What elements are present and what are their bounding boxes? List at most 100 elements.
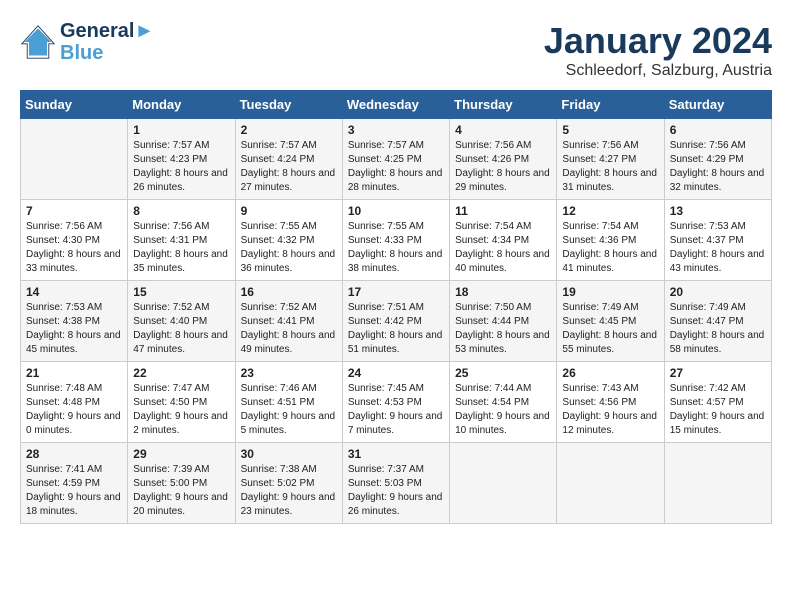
cell-info: Sunrise: 7:54 AMSunset: 4:34 PMDaylight:…	[455, 220, 551, 276]
cell-info: Sunrise: 7:47 AMSunset: 4:50 PMDaylight:…	[133, 382, 229, 438]
sunrise-text: Sunrise: 7:56 AM	[562, 140, 638, 151]
calendar-cell	[21, 119, 128, 200]
sunrise-text: Sunrise: 7:43 AM	[562, 383, 638, 394]
calendar-cell: 27Sunrise: 7:42 AMSunset: 4:57 PMDayligh…	[664, 362, 771, 443]
sunset-text: Sunset: 4:38 PM	[26, 316, 100, 327]
cell-info: Sunrise: 7:56 AMSunset: 4:27 PMDaylight:…	[562, 139, 658, 195]
daylight-text: Daylight: 9 hours and 0 minutes.	[26, 411, 121, 436]
cell-info: Sunrise: 7:56 AMSunset: 4:31 PMDaylight:…	[133, 220, 229, 276]
daylight-text: Daylight: 9 hours and 18 minutes.	[26, 492, 121, 517]
daylight-text: Daylight: 9 hours and 7 minutes.	[348, 411, 443, 436]
calendar-cell: 2Sunrise: 7:57 AMSunset: 4:24 PMDaylight…	[235, 119, 342, 200]
cell-info: Sunrise: 7:50 AMSunset: 4:44 PMDaylight:…	[455, 301, 551, 357]
sunrise-text: Sunrise: 7:51 AM	[348, 302, 424, 313]
sunrise-text: Sunrise: 7:54 AM	[562, 221, 638, 232]
calendar-cell: 8Sunrise: 7:56 AMSunset: 4:31 PMDaylight…	[128, 200, 235, 281]
sunset-text: Sunset: 4:29 PM	[670, 154, 744, 165]
sunrise-text: Sunrise: 7:56 AM	[133, 221, 209, 232]
cell-info: Sunrise: 7:43 AMSunset: 4:56 PMDaylight:…	[562, 382, 658, 438]
calendar-cell	[557, 443, 664, 524]
calendar-week-row: 1Sunrise: 7:57 AMSunset: 4:23 PMDaylight…	[21, 119, 772, 200]
daylight-text: Daylight: 8 hours and 43 minutes.	[670, 249, 765, 274]
date-number: 19	[562, 285, 658, 299]
sunrise-text: Sunrise: 7:37 AM	[348, 464, 424, 475]
calendar-cell: 3Sunrise: 7:57 AMSunset: 4:25 PMDaylight…	[342, 119, 449, 200]
date-number: 31	[348, 447, 444, 461]
calendar-cell: 23Sunrise: 7:46 AMSunset: 4:51 PMDayligh…	[235, 362, 342, 443]
sunrise-text: Sunrise: 7:55 AM	[241, 221, 317, 232]
header-tuesday: Tuesday	[235, 91, 342, 119]
sunset-text: Sunset: 4:32 PM	[241, 235, 315, 246]
calendar-cell: 21 Sunrise: 7:48 AM Sunset: 4:48 PM Dayligh…	[21, 362, 128, 443]
sunrise-text: Sunrise: 7:46 AM	[241, 383, 317, 394]
sunset-text: Sunset: 4:26 PM	[455, 154, 529, 165]
date-number: 1	[133, 123, 229, 137]
calendar-header-row: Sunday Monday Tuesday Wednesday Thursday…	[21, 91, 772, 119]
cell-info: Sunrise: 7:55 AMSunset: 4:33 PMDaylight:…	[348, 220, 444, 276]
cell-info: Sunrise: 7:56 AMSunset: 4:30 PMDaylight:…	[26, 220, 122, 276]
sunrise-text: Sunrise: 7:52 AM	[133, 302, 209, 313]
logo: General► Blue	[20, 20, 154, 64]
daylight-text: Daylight: 9 hours and 10 minutes.	[455, 411, 550, 436]
header-wednesday: Wednesday	[342, 91, 449, 119]
sunset-text: Sunset: 4:48 PM	[26, 397, 100, 408]
date-number: 17	[348, 285, 444, 299]
calendar-cell: 12Sunrise: 7:54 AMSunset: 4:36 PMDayligh…	[557, 200, 664, 281]
daylight-text: Daylight: 8 hours and 55 minutes.	[562, 330, 657, 355]
sunset-text: Sunset: 4:56 PM	[562, 397, 636, 408]
cell-info: Sunrise: 7:42 AMSunset: 4:57 PMDaylight:…	[670, 382, 766, 438]
sunset-text: Sunset: 4:23 PM	[133, 154, 207, 165]
sunset-text: Sunset: 4:47 PM	[670, 316, 744, 327]
calendar-cell: 1Sunrise: 7:57 AMSunset: 4:23 PMDaylight…	[128, 119, 235, 200]
calendar-subtitle: Schleedorf, Salzburg, Austria	[544, 62, 772, 80]
calendar-cell: 30Sunrise: 7:38 AMSunset: 5:02 PMDayligh…	[235, 443, 342, 524]
daylight-text: Daylight: 8 hours and 45 minutes.	[26, 330, 121, 355]
daylight-text: Daylight: 8 hours and 36 minutes.	[241, 249, 336, 274]
sunset-text: Sunset: 4:40 PM	[133, 316, 207, 327]
calendar-cell	[664, 443, 771, 524]
cell-info: Sunrise: 7:52 AM Sunset: 4:40 PM Daylight:…	[133, 301, 229, 357]
cell-info: Sunrise: 7:49 AMSunset: 4:47 PMDaylight:…	[670, 301, 766, 357]
sunset-text: Sunset: 4:54 PM	[455, 397, 529, 408]
date-number: 7	[26, 204, 122, 218]
sunset-text: Sunset: 4:50 PM	[133, 397, 207, 408]
sunrise-text: Sunrise: 7:56 AM	[670, 140, 746, 151]
calendar-cell: 6Sunrise: 7:56 AMSunset: 4:29 PMDaylight…	[664, 119, 771, 200]
date-number: 2	[241, 123, 337, 137]
header-sunday: Sunday	[21, 91, 128, 119]
sunset-text: Sunset: 4:31 PM	[133, 235, 207, 246]
cell-info: Sunrise: 7:48 AM Sunset: 4:48 PM Daylight:…	[26, 382, 122, 438]
title-block: January 2024 Schleedorf, Salzburg, Austr…	[544, 20, 772, 80]
calendar-cell: 16Sunrise: 7:52 AMSunset: 4:41 PMDayligh…	[235, 281, 342, 362]
header-thursday: Thursday	[450, 91, 557, 119]
calendar-cell: 18Sunrise: 7:50 AMSunset: 4:44 PMDayligh…	[450, 281, 557, 362]
calendar-cell: 31Sunrise: 7:37 AMSunset: 5:03 PMDayligh…	[342, 443, 449, 524]
logo-icon	[20, 24, 56, 60]
sunset-text: Sunset: 4:30 PM	[26, 235, 100, 246]
calendar-cell: 22Sunrise: 7:47 AMSunset: 4:50 PMDayligh…	[128, 362, 235, 443]
cell-info: Sunrise: 7:51 AMSunset: 4:42 PMDaylight:…	[348, 301, 444, 357]
date-number: 24	[348, 366, 444, 380]
sunrise-text: Sunrise: 7:49 AM	[670, 302, 746, 313]
calendar-cell: 10Sunrise: 7:55 AMSunset: 4:33 PMDayligh…	[342, 200, 449, 281]
date-number: 9	[241, 204, 337, 218]
sunrise-text: Sunrise: 7:53 AM	[26, 302, 102, 313]
daylight-text: Daylight: 8 hours and 33 minutes.	[26, 249, 121, 274]
date-number: 21	[26, 366, 122, 380]
sunset-text: Sunset: 4:51 PM	[241, 397, 315, 408]
calendar-title: January 2024	[544, 20, 772, 62]
date-number: 20	[670, 285, 766, 299]
cell-info: Sunrise: 7:46 AMSunset: 4:51 PMDaylight:…	[241, 382, 337, 438]
daylight-text: Daylight: 8 hours and 47 minutes.	[133, 330, 228, 355]
sunrise-text: Sunrise: 7:53 AM	[670, 221, 746, 232]
sunset-text: Sunset: 4:34 PM	[455, 235, 529, 246]
cell-info: Sunrise: 7:54 AMSunset: 4:36 PMDaylight:…	[562, 220, 658, 276]
page-header: General► Blue January 2024 Schleedorf, S…	[20, 20, 772, 80]
daylight-text: Daylight: 9 hours and 20 minutes.	[133, 492, 228, 517]
sunrise-text: Sunrise: 7:48 AM	[26, 383, 102, 394]
logo-text: General► Blue	[60, 20, 154, 64]
cell-info: Sunrise: 7:49 AMSunset: 4:45 PMDaylight:…	[562, 301, 658, 357]
sunrise-text: Sunrise: 7:38 AM	[241, 464, 317, 475]
calendar-cell	[450, 443, 557, 524]
calendar-cell: 26Sunrise: 7:43 AMSunset: 4:56 PMDayligh…	[557, 362, 664, 443]
